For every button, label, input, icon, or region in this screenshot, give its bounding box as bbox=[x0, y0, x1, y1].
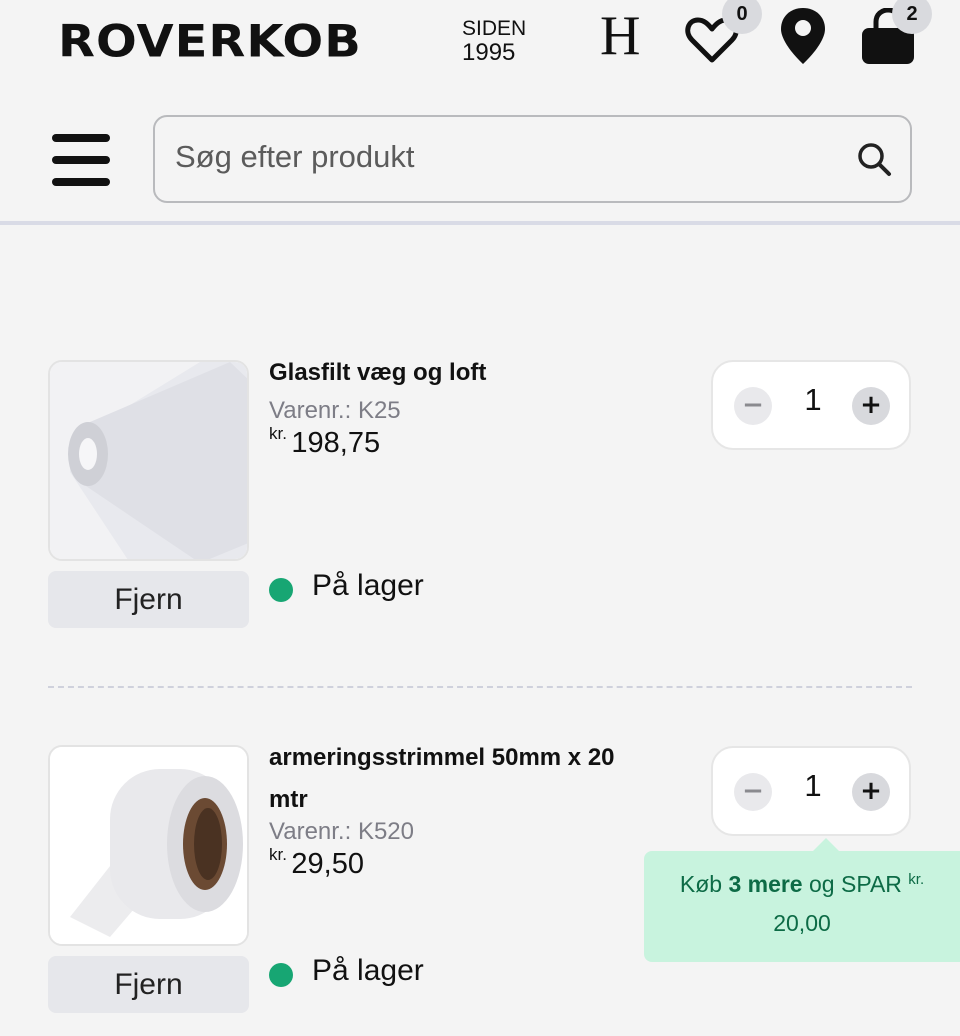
wishlist-count-badge: 0 bbox=[722, 0, 762, 34]
promo-middle: og SPAR bbox=[809, 871, 902, 897]
product-sku: Varenr.: K25 bbox=[269, 396, 401, 426]
increase-quantity-button[interactable]: + bbox=[852, 773, 890, 811]
search-icon[interactable] bbox=[856, 141, 892, 177]
sku-value: K520 bbox=[357, 818, 414, 845]
account-icon[interactable]: H bbox=[600, 6, 640, 66]
quantity-stepper[interactable]: − 1 + bbox=[711, 746, 911, 836]
item-divider bbox=[48, 686, 912, 688]
product-price: kr. 198,75 bbox=[269, 424, 381, 460]
product-sku: Varenr.: K520 bbox=[269, 817, 414, 847]
search-placeholder: Søg efter produkt bbox=[175, 139, 415, 174]
promo-amount: 20,00 bbox=[773, 910, 831, 936]
product-image[interactable] bbox=[48, 360, 249, 561]
in-stock-dot-icon bbox=[269, 578, 293, 602]
sku-label: Varenr.: bbox=[269, 397, 352, 424]
since-label: SIDEN bbox=[462, 17, 527, 40]
brand-logo[interactable]: ROVERKOB bbox=[58, 16, 362, 68]
quantity-stepper[interactable]: − 1 + bbox=[711, 360, 911, 450]
bulk-discount-promo: Køb 3 mere og SPAR kr. 20,00 bbox=[644, 851, 960, 962]
product-name[interactable]: Glasfilt væg og loft bbox=[269, 352, 669, 394]
product-price: kr. 29,50 bbox=[269, 845, 364, 881]
promo-prefix: Køb bbox=[679, 871, 723, 897]
since-year: 1995 bbox=[462, 39, 516, 66]
hamburger-menu-icon[interactable] bbox=[50, 132, 112, 188]
quantity-value[interactable]: 1 bbox=[793, 766, 833, 806]
decrease-quantity-button[interactable]: − bbox=[734, 387, 772, 425]
price-currency: kr. bbox=[269, 845, 287, 864]
site-header: ROVERKOB SIDEN 1995 H 0 2 Søg efter prod… bbox=[0, 0, 960, 225]
decrease-quantity-button[interactable]: − bbox=[734, 773, 772, 811]
price-currency: kr. bbox=[269, 424, 287, 443]
stock-label: På lager bbox=[312, 569, 424, 602]
sku-label: Varenr.: bbox=[269, 818, 352, 845]
promo-pointer bbox=[812, 838, 840, 852]
stock-label: På lager bbox=[312, 954, 424, 987]
price-amount: 198,75 bbox=[291, 427, 381, 459]
header-divider bbox=[0, 221, 960, 225]
promo-currency: kr. bbox=[908, 871, 925, 888]
store-location-icon[interactable] bbox=[778, 6, 828, 66]
price-amount: 29,50 bbox=[291, 848, 364, 880]
product-image[interactable] bbox=[48, 745, 249, 946]
remove-button[interactable]: Fjern bbox=[48, 571, 249, 628]
promo-highlight: 3 mere bbox=[728, 871, 803, 897]
cart-count-badge: 2 bbox=[892, 0, 932, 34]
increase-quantity-button[interactable]: + bbox=[852, 387, 890, 425]
promo-message: Køb 3 mere og SPAR kr. bbox=[644, 869, 960, 899]
product-name[interactable]: armeringsstrimmel 50mm x 20 mtr bbox=[269, 737, 659, 821]
remove-button[interactable]: Fjern bbox=[48, 956, 249, 1013]
search-input[interactable]: Søg efter produkt bbox=[153, 115, 912, 203]
quantity-value[interactable]: 1 bbox=[793, 380, 833, 420]
sku-value: K25 bbox=[357, 397, 401, 424]
in-stock-dot-icon bbox=[269, 963, 293, 987]
